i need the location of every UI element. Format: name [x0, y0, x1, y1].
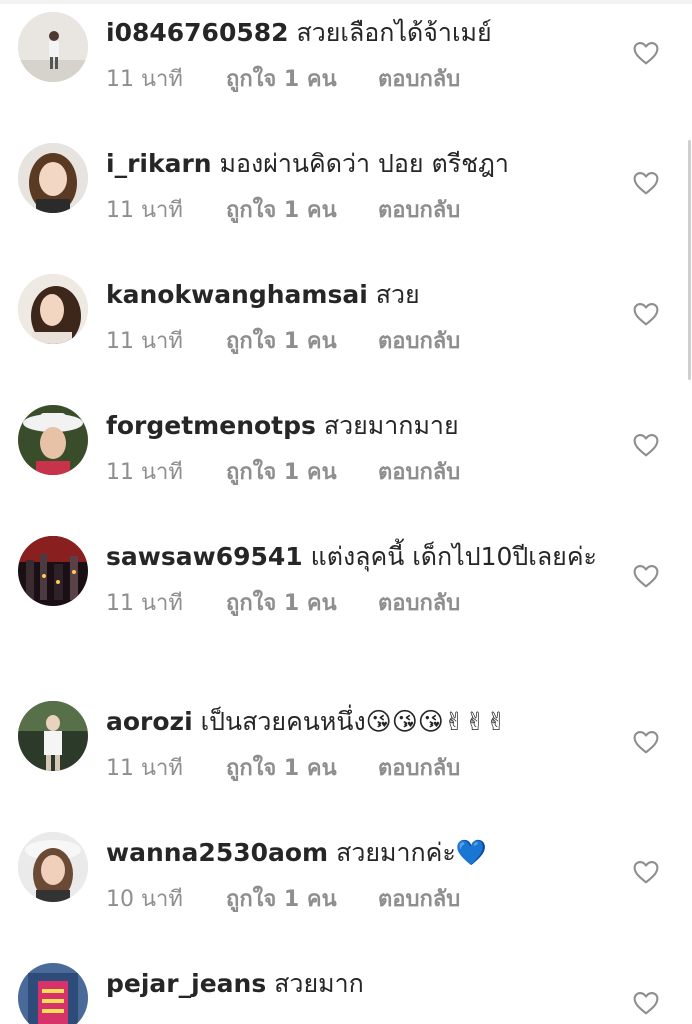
comments-screen: i0846760582 สวยเลือกได้จ้าเมย์ 11 นาที ถ… [0, 0, 692, 1024]
comment-text: มองผ่านคิดว่า ปอย ตรีชฎา [219, 149, 509, 178]
comment-body: aorozi เป็นสวยคนหนึ่ง😘😘😘✌✌✌ 11 นาที ถูกใ… [106, 703, 606, 781]
comment-text: สวยเลือกได้จ้าเมย์ [296, 18, 492, 47]
scrollbar[interactable] [688, 140, 691, 380]
avatar[interactable] [18, 832, 88, 902]
comment-likes-count[interactable]: ถูกใจ 1 คน [226, 61, 337, 96]
reply-button[interactable]: ตอบกลับ [378, 323, 460, 358]
comment-time: 11 นาที [106, 198, 183, 223]
comment-meta: 10 นาที ถูกใจ 1 คน ตอบกลับ [106, 881, 606, 912]
comment-meta: 11 นาที ถูกใจ 1 คน ตอบกลับ [106, 323, 606, 354]
comment-text: แต่งลุคนี้ เด็กไป10ปีเลยค่ะ [310, 542, 597, 571]
reply-button[interactable]: ตอบกลับ [378, 881, 460, 916]
comment-username[interactable]: aorozi [106, 707, 193, 736]
comment-text-line: forgetmenotps สวยมากมาย [106, 407, 606, 444]
comment-body: sawsaw69541 แต่งลุคนี้ เด็กไป10ปีเลยค่ะ … [106, 538, 606, 616]
comment-text: เป็นสวยคนหนึ่ง😘😘😘✌✌✌ [200, 707, 507, 736]
comment-username[interactable]: i0846760582 [106, 18, 289, 47]
reply-button[interactable]: ตอบกลับ [378, 454, 460, 489]
heart-outline-icon[interactable] [633, 991, 659, 1015]
comment-username[interactable]: sawsaw69541 [106, 542, 303, 571]
reply-button[interactable]: ตอบกลับ [378, 750, 460, 785]
comment-text: สวยมาก [274, 969, 364, 998]
heart-outline-icon[interactable] [633, 433, 659, 457]
comment-meta: 11 นาที ถูกใจ 1 คน ตอบกลับ [106, 585, 606, 616]
reply-button[interactable]: ตอบกลับ [378, 585, 460, 620]
avatar[interactable] [18, 405, 88, 475]
comment-username[interactable]: wanna2530aom [106, 838, 328, 867]
comment-time: 11 นาที [106, 67, 183, 92]
comment-body: forgetmenotps สวยมากมาย 11 นาที ถูกใจ 1 … [106, 407, 606, 485]
comment-time: 11 นาที [106, 460, 183, 485]
comment-body: i0846760582 สวยเลือกได้จ้าเมย์ 11 นาที ถ… [106, 14, 606, 92]
comment-text: สวย [375, 280, 420, 309]
comment-time: 11 นาที [106, 756, 183, 781]
heart-outline-icon[interactable] [633, 860, 659, 884]
comment-time: 11 นาที [106, 329, 183, 354]
comment-body: kanokwanghamsai สวย 11 นาที ถูกใจ 1 คน ต… [106, 276, 606, 354]
comment-username[interactable]: forgetmenotps [106, 411, 316, 440]
comment-time: 10 นาที [106, 887, 183, 912]
comment-likes-count[interactable]: ถูกใจ 1 คน [226, 454, 337, 489]
heart-outline-icon[interactable] [633, 41, 659, 65]
avatar[interactable] [18, 536, 88, 606]
comment-likes-count[interactable]: ถูกใจ 1 คน [226, 750, 337, 785]
comment-username[interactable]: i_rikarn [106, 149, 212, 178]
heart-outline-icon[interactable] [633, 564, 659, 588]
comment-body: pejar_jeans สวยมาก [106, 965, 606, 1002]
comment-text: สวยมากมาย [323, 411, 459, 440]
comment-username[interactable]: pejar_jeans [106, 969, 266, 998]
top-divider [0, 0, 692, 4]
comment-text-line: i_rikarn มองผ่านคิดว่า ปอย ตรีชฎา [106, 145, 606, 182]
comment-body: i_rikarn มองผ่านคิดว่า ปอย ตรีชฎา 11 นาท… [106, 145, 606, 223]
comment-meta: 11 นาที ถูกใจ 1 คน ตอบกลับ [106, 61, 606, 92]
comment-body: wanna2530aom สวยมากค่ะ💙 10 นาที ถูกใจ 1 … [106, 834, 606, 912]
comment-meta: 11 นาที ถูกใจ 1 คน ตอบกลับ [106, 750, 606, 781]
comment-time: 11 นาที [106, 591, 183, 616]
avatar[interactable] [18, 143, 88, 213]
comment-text-line: i0846760582 สวยเลือกได้จ้าเมย์ [106, 14, 606, 51]
heart-outline-icon[interactable] [633, 302, 659, 326]
comment-text-line: pejar_jeans สวยมาก [106, 965, 606, 1002]
comment-text-line: kanokwanghamsai สวย [106, 276, 606, 313]
reply-button[interactable]: ตอบกลับ [378, 192, 460, 227]
avatar[interactable] [18, 274, 88, 344]
comment-meta: 11 นาที ถูกใจ 1 คน ตอบกลับ [106, 192, 606, 223]
avatar[interactable] [18, 12, 88, 82]
comment-likes-count[interactable]: ถูกใจ 1 คน [226, 192, 337, 227]
comment-text: สวยมากค่ะ💙 [336, 838, 487, 867]
comment-text-line: aorozi เป็นสวยคนหนึ่ง😘😘😘✌✌✌ [106, 703, 606, 740]
reply-button[interactable]: ตอบกลับ [378, 61, 460, 96]
heart-outline-icon[interactable] [633, 171, 659, 195]
heart-outline-icon[interactable] [633, 730, 659, 754]
comment-text-line: sawsaw69541 แต่งลุคนี้ เด็กไป10ปีเลยค่ะ [106, 538, 606, 575]
comment-likes-count[interactable]: ถูกใจ 1 คน [226, 323, 337, 358]
comment-username[interactable]: kanokwanghamsai [106, 280, 368, 309]
avatar[interactable] [18, 963, 88, 1024]
comment-likes-count[interactable]: ถูกใจ 1 คน [226, 881, 337, 916]
comment-meta: 11 นาที ถูกใจ 1 คน ตอบกลับ [106, 454, 606, 485]
avatar[interactable] [18, 701, 88, 771]
comment-text-line: wanna2530aom สวยมากค่ะ💙 [106, 834, 606, 871]
comment-likes-count[interactable]: ถูกใจ 1 คน [226, 585, 337, 620]
